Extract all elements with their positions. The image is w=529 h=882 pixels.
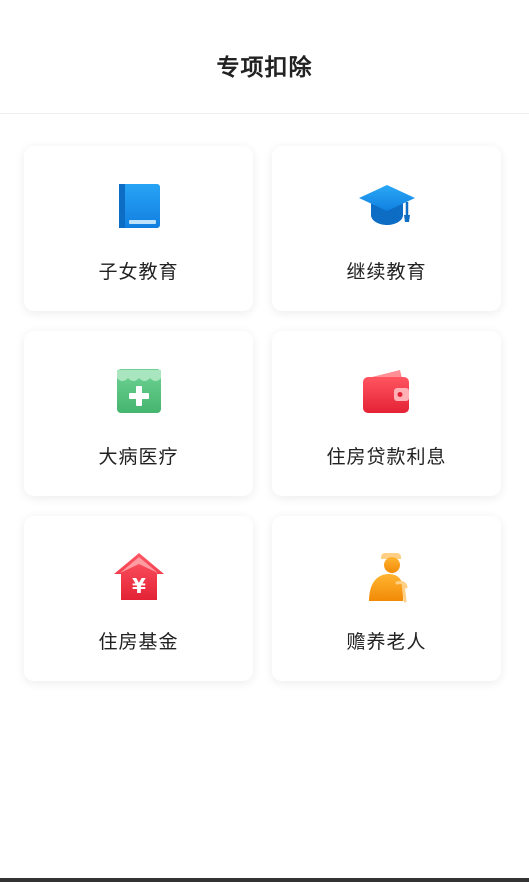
book-icon bbox=[109, 180, 169, 232]
card-housing-fund[interactable]: ¥ 住房基金 bbox=[24, 516, 253, 681]
house-yuan-icon: ¥ bbox=[109, 550, 169, 602]
bottom-edge bbox=[0, 878, 529, 882]
card-housing-loan-interest[interactable]: 住房贷款利息 bbox=[272, 331, 501, 496]
card-label: 继续教育 bbox=[346, 261, 427, 283]
header-bar: 专项扣除 bbox=[0, 0, 529, 114]
card-elderly-support[interactable]: 赡养老人 bbox=[272, 516, 501, 681]
wallet-icon bbox=[357, 365, 417, 417]
svg-text:¥: ¥ bbox=[132, 574, 146, 598]
card-serious-illness-medical[interactable]: 大病医疗 bbox=[24, 331, 253, 496]
card-label: 住房贷款利息 bbox=[326, 446, 447, 468]
card-continuing-education[interactable]: 继续教育 bbox=[272, 146, 501, 311]
graduation-cap-icon bbox=[357, 180, 417, 232]
medical-kit-icon bbox=[109, 365, 169, 417]
card-children-education[interactable]: 子女教育 bbox=[24, 146, 253, 311]
elderly-person-icon bbox=[357, 550, 417, 603]
card-label: 子女教育 bbox=[98, 261, 179, 283]
deduction-grid: 子女教育 继续教育 大病医疗 住房贷款利息 ¥ 住房基金 赡养老人 bbox=[24, 146, 501, 681]
card-label: 大病医疗 bbox=[98, 446, 179, 468]
page-title: 专项扣除 bbox=[216, 55, 313, 81]
card-label: 住房基金 bbox=[98, 631, 179, 653]
card-label: 赡养老人 bbox=[346, 631, 427, 653]
